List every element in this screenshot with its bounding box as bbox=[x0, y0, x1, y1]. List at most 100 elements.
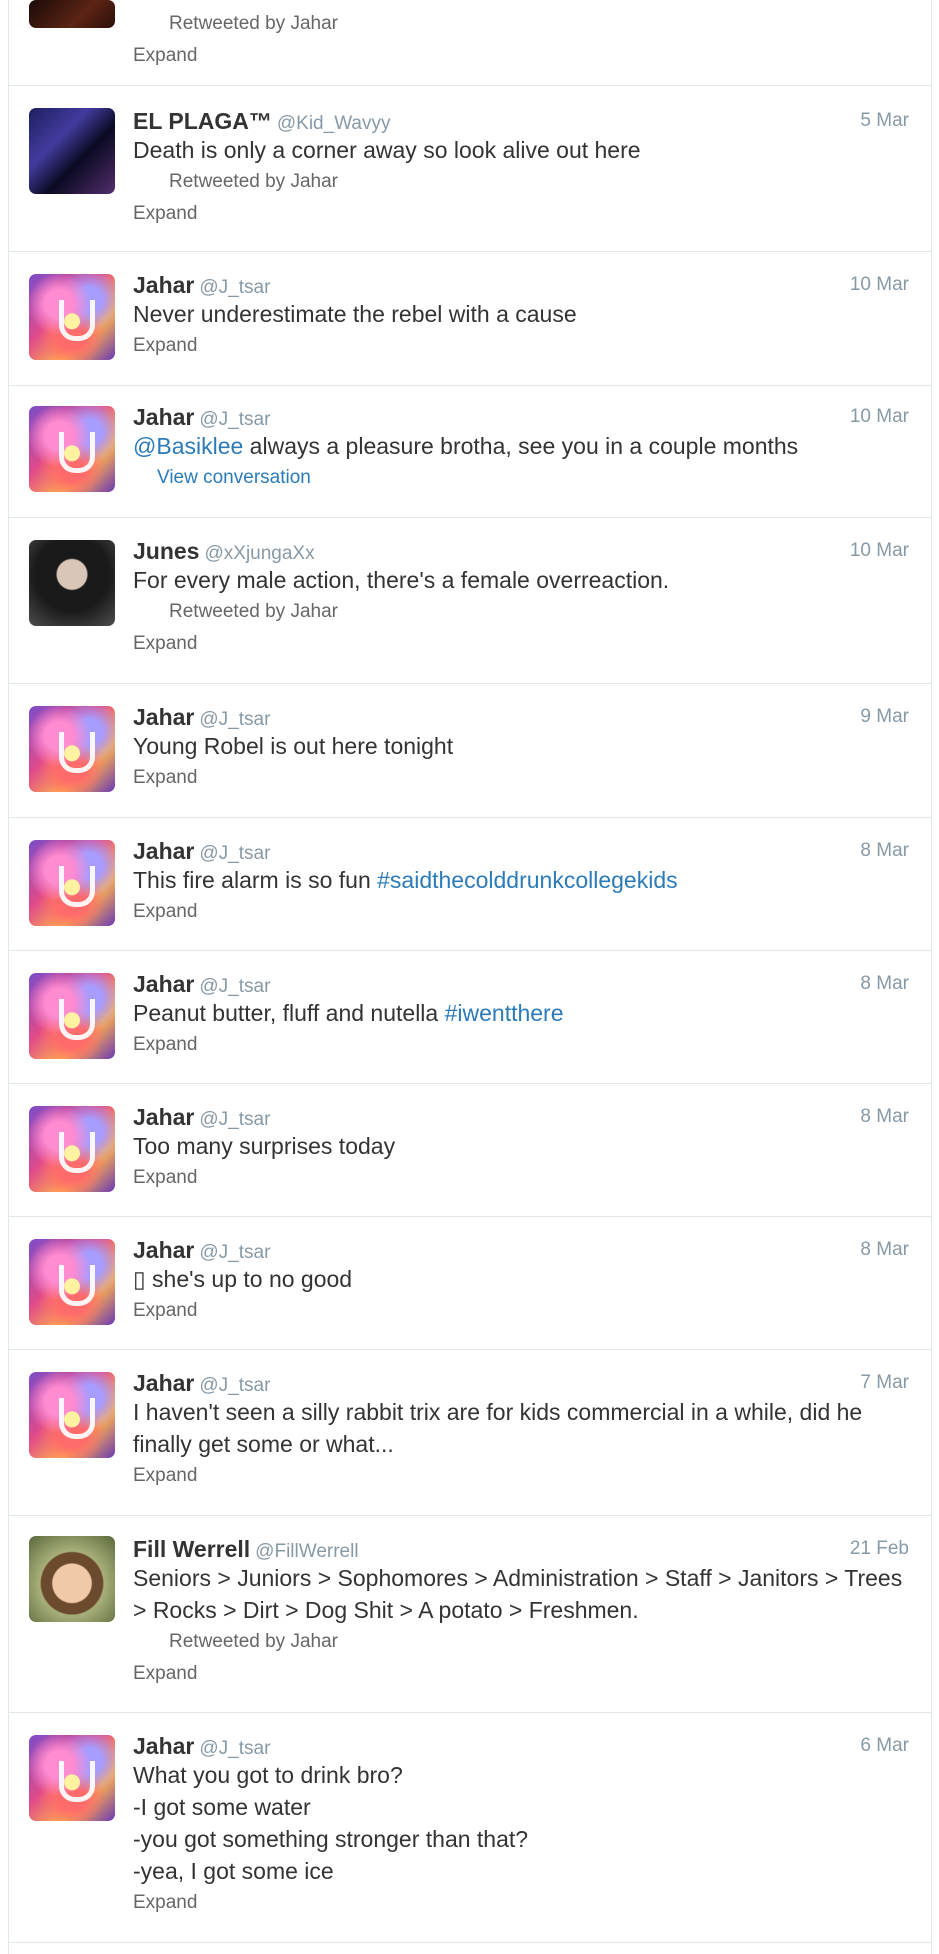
retweeted-by-label: Retweeted by Jahar bbox=[169, 1631, 338, 1652]
tweet-text: I haven't seen a silly rabbit trix are f… bbox=[133, 1399, 863, 1457]
tweet-text: Death is only a corner away so look aliv… bbox=[133, 137, 641, 163]
tweet-timestamp[interactable]: 21 Feb bbox=[850, 1536, 909, 1562]
timeline: Retweeted by Jahar Expand EL PLAGA™ @Kid_… bbox=[8, 0, 932, 1954]
user-handle[interactable]: @J_tsar bbox=[199, 1738, 270, 1759]
user-handle[interactable]: @J_tsar bbox=[199, 843, 270, 864]
user-name[interactable]: Jahar bbox=[133, 704, 194, 730]
tweet-item[interactable]: Retweeted by Jahar Expand bbox=[9, 0, 931, 86]
expand-link[interactable]: Expand bbox=[133, 1460, 909, 1492]
expand-link[interactable]: Expand bbox=[133, 762, 909, 794]
user-name[interactable]: Jahar bbox=[133, 1733, 194, 1759]
user-handle[interactable]: @FillWerrell bbox=[255, 1541, 358, 1562]
tweet-item[interactable]: Fill Werrell @FillWerrell 21 Feb Seniors … bbox=[9, 1516, 931, 1713]
tweet-timestamp[interactable]: 10 Mar bbox=[850, 272, 909, 298]
mention-link[interactable]: @Basiklee bbox=[133, 433, 243, 459]
tweet-timestamp[interactable]: 10 Mar bbox=[850, 404, 909, 430]
expand-link[interactable]: Expand bbox=[133, 1658, 909, 1690]
user-name[interactable]: Jahar bbox=[133, 1237, 194, 1263]
user-handle[interactable]: @J_tsar bbox=[199, 976, 270, 997]
expand-link[interactable]: Expand bbox=[133, 40, 909, 72]
view-conversation-link[interactable]: View conversation bbox=[157, 462, 909, 494]
user-name[interactable]: EL PLAGA™ bbox=[133, 108, 272, 134]
user-handle[interactable]: @xXjungaXx bbox=[204, 543, 314, 564]
user-avatar[interactable] bbox=[29, 1239, 115, 1325]
tweet-text: Peanut butter, fluff and nutella #iwentt… bbox=[133, 997, 909, 1029]
user-handle[interactable]: @J_tsar bbox=[199, 1242, 270, 1263]
tweet-item[interactable]: Jahar @J_tsar 10 Mar @Basiklee always a p… bbox=[9, 386, 931, 518]
expand-link[interactable]: Expand bbox=[133, 1295, 909, 1327]
user-name[interactable]: Jahar bbox=[133, 838, 194, 864]
user-handle[interactable]: @J_tsar bbox=[199, 1109, 270, 1130]
tweet-timestamp[interactable]: 5 Mar bbox=[860, 108, 909, 134]
expand-link[interactable]: Expand bbox=[133, 198, 909, 230]
user-name[interactable]: Jahar bbox=[133, 404, 194, 430]
user-name[interactable]: Jahar bbox=[133, 272, 194, 298]
tweet-item[interactable]: Jahar @J_tsar 10 Mar Never underestimate … bbox=[9, 252, 931, 386]
tweet-timestamp[interactable]: 8 Mar bbox=[860, 838, 909, 864]
tweet-timestamp[interactable]: 8 Mar bbox=[860, 1237, 909, 1263]
user-handle[interactable]: @J_tsar bbox=[199, 1375, 270, 1396]
tweet-text-body: Peanut butter, fluff and nutella bbox=[133, 1000, 445, 1026]
expand-link[interactable]: Expand bbox=[133, 1029, 909, 1061]
tweet-item[interactable]: EL PLAGA™ @Kid_Wavyy 5 Mar Death is only … bbox=[9, 86, 931, 252]
expand-link[interactable]: Expand bbox=[133, 628, 909, 660]
tweet-item[interactable]: Jahar @J_tsar 6 Mar What you got to drink… bbox=[9, 1713, 931, 1943]
user-name[interactable]: Jahar bbox=[133, 971, 194, 997]
tweet-text: Young Robel is out here tonight bbox=[133, 733, 454, 759]
expand-link[interactable]: Expand bbox=[133, 896, 909, 928]
user-avatar[interactable] bbox=[29, 108, 115, 194]
user-name[interactable]: Junes bbox=[133, 538, 199, 564]
tweet-text-body: always a pleasure brotha, see you in a c… bbox=[243, 433, 799, 459]
tweet-item[interactable]: Jahar @J_tsar 7 Mar I haven't seen a sill… bbox=[9, 1350, 931, 1516]
tweet-text: For every male action, there's a female … bbox=[133, 567, 670, 593]
tweet-text-line: -I got some water bbox=[133, 1794, 311, 1820]
retweeted-by-label: Retweeted by Jahar bbox=[169, 601, 338, 622]
tweet-text-body: This fire alarm is so fun bbox=[133, 867, 378, 893]
tweet-timestamp[interactable]: 9 Mar bbox=[860, 704, 909, 730]
tweet-item[interactable]: Jahar @J_tsar 8 Mar Too many surprises to… bbox=[9, 1084, 931, 1217]
user-handle[interactable]: @J_tsar bbox=[199, 709, 270, 730]
user-handle[interactable]: @J_tsar bbox=[199, 277, 270, 298]
hashtag-link[interactable]: #iwentthere bbox=[445, 1000, 564, 1026]
tweet-text: Seniors > Juniors > Sophomores > Adminis… bbox=[133, 1565, 903, 1623]
retweeted-by-label: Retweeted by Jahar bbox=[169, 13, 338, 34]
tweet-timestamp[interactable]: 7 Mar bbox=[860, 1370, 909, 1396]
expand-link[interactable]: Expand bbox=[133, 1162, 909, 1194]
tweet-timestamp[interactable]: 8 Mar bbox=[860, 1104, 909, 1130]
tweet-text-line: What you got to drink bro? bbox=[133, 1762, 403, 1788]
user-avatar[interactable] bbox=[29, 706, 115, 792]
user-name[interactable]: Jahar bbox=[133, 1104, 194, 1130]
tweet-item[interactable]: Jahar @J_tsar 8 Mar ▯ she's up to no good… bbox=[9, 1217, 931, 1350]
user-avatar[interactable] bbox=[29, 1735, 115, 1821]
tweet-text: Never underestimate the rebel with a cau… bbox=[133, 301, 577, 327]
tweet-text: This fire alarm is so fun #saidthecolddr… bbox=[133, 864, 909, 896]
user-avatar[interactable] bbox=[29, 1372, 115, 1458]
tweet-item[interactable]: Jahar @J_tsar 8 Mar This fire alarm is so… bbox=[9, 818, 931, 951]
user-avatar[interactable] bbox=[29, 406, 115, 492]
retweeted-by-label: Retweeted by Jahar bbox=[169, 171, 338, 192]
tweet-timestamp[interactable]: 8 Mar bbox=[860, 971, 909, 997]
user-name[interactable]: Jahar bbox=[133, 1370, 194, 1396]
user-handle[interactable]: @J_tsar bbox=[199, 409, 270, 430]
tweet-item[interactable]: Junes @xXjungaXx 10 Mar For every male ac… bbox=[9, 518, 931, 684]
user-avatar[interactable] bbox=[29, 0, 115, 28]
tweet-timestamp[interactable]: 10 Mar bbox=[850, 538, 909, 564]
user-avatar[interactable] bbox=[29, 1536, 115, 1622]
hashtag-link[interactable]: #saidthecolddrunkcollegekids bbox=[377, 867, 677, 893]
user-handle[interactable]: @Kid_Wavyy bbox=[277, 113, 391, 134]
user-avatar[interactable] bbox=[29, 1106, 115, 1192]
expand-link[interactable]: Expand bbox=[133, 1887, 909, 1919]
tweet-timestamp[interactable]: 6 Mar bbox=[860, 1733, 909, 1759]
tweet-item[interactable]: Jahar @J_tsar 8 Mar Peanut butter, fluff … bbox=[9, 951, 931, 1084]
tweet-text-line: -yea, I got some ice bbox=[133, 1858, 334, 1884]
user-avatar[interactable] bbox=[29, 274, 115, 360]
user-avatar[interactable] bbox=[29, 840, 115, 926]
tweet-text-line: -you got something stronger than that? bbox=[133, 1826, 529, 1852]
user-avatar[interactable] bbox=[29, 540, 115, 626]
tweet-text: @Basiklee always a pleasure brotha, see … bbox=[133, 430, 909, 462]
user-name[interactable]: Fill Werrell bbox=[133, 1536, 250, 1562]
tweet-item[interactable]: Jahar @J_tsar 9 Mar Young Robel is out he… bbox=[9, 684, 931, 818]
tweet-text: ▯ she's up to no good bbox=[133, 1266, 353, 1292]
expand-link[interactable]: Expand bbox=[133, 330, 909, 362]
user-avatar[interactable] bbox=[29, 973, 115, 1059]
